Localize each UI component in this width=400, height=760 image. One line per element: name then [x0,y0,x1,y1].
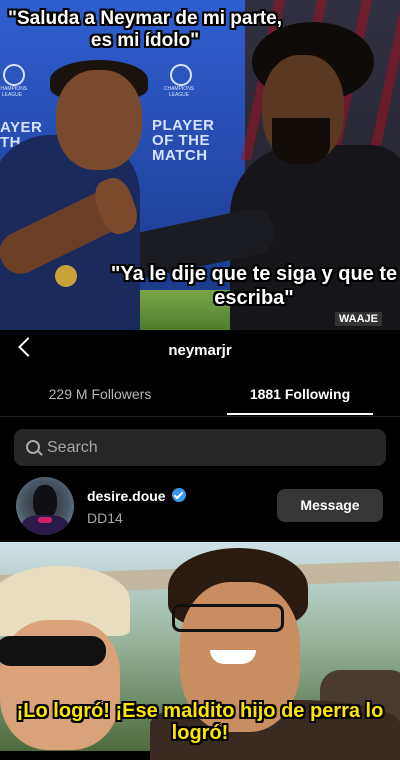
tab-following[interactable]: 1881 Following [227,386,373,402]
instagram-following-screen: neymarjr 229 M Followers 1881 Following … [0,330,400,542]
search-placeholder: Search [47,439,98,456]
message-button[interactable]: Message [277,489,383,522]
caption-bottom: ¡Lo logró! ¡Ese maldito hijo de perra lo… [16,700,384,744]
logo-caption: CHAMPIONS LEAGUE [0,86,28,98]
tab-divider [0,416,400,417]
medal [55,265,77,287]
banner-text-right: PLAYER OF THE MATCH [152,117,215,164]
top-meme-panel: CHAMPIONS LEAGUE CHAMPIONS LEAGUE AYER T… [0,0,400,330]
profile-name-title: neymarjr [168,342,232,359]
search-input[interactable]: Search [14,429,386,466]
avatar-face [33,485,57,519]
champions-league-logo-icon [3,64,25,86]
man-right-smile [210,650,256,664]
caption-top: "Saluda a Neymar de mi parte, es mi ídol… [7,8,283,51]
bottom-meme-panel: ¡Lo logró! ¡Ese maldito hijo de perra lo… [0,542,400,760]
search-icon [26,440,40,454]
avatar-accent [38,517,52,523]
tab-followers[interactable]: 229 M Followers [0,386,200,402]
man-right-beard [272,118,330,164]
player-left-head [56,70,142,170]
verified-badge-icon [172,488,186,502]
logo-caption: CHAMPIONS LEAGUE [163,86,195,98]
list-item-username[interactable]: desire.doue [87,488,166,504]
man-left-sunglasses [0,636,106,666]
avatar[interactable] [16,477,74,535]
list-item-fullname: DD14 [87,510,123,526]
champions-league-logo-icon [170,64,192,86]
man-right-glasses [172,604,284,632]
caption-middle: "Ya le dije que te siga y que te escriba… [110,263,398,309]
watermark: WAAJE [334,312,382,326]
active-tab-indicator [227,413,373,415]
